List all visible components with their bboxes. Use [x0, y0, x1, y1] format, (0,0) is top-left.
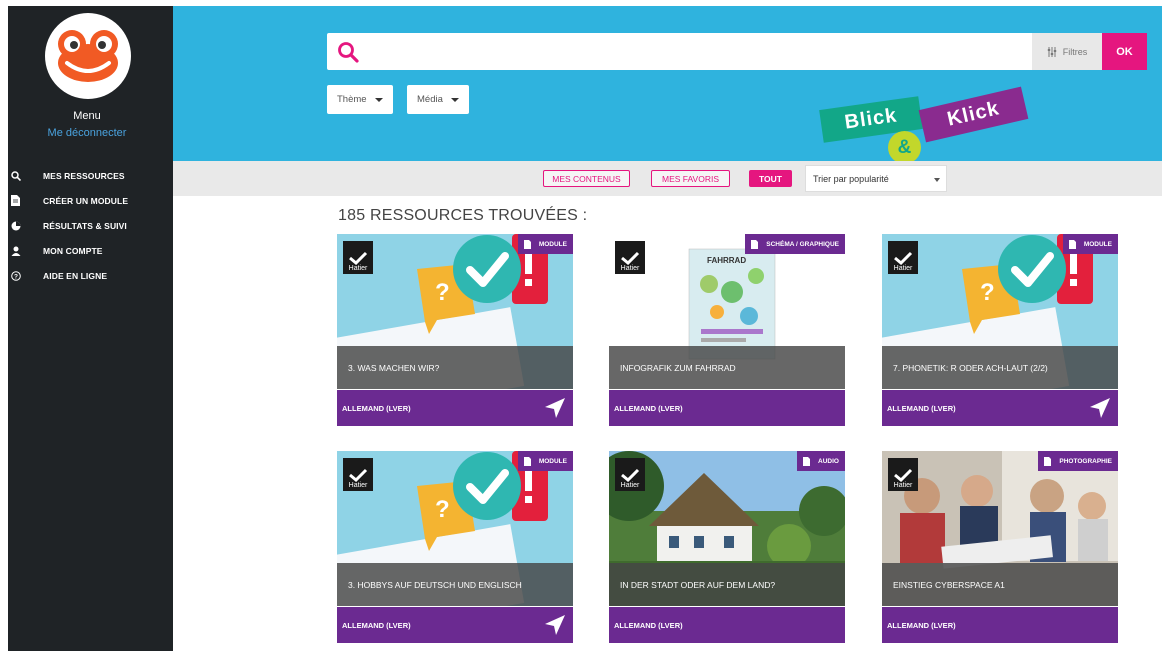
sidebar-item-label: MES RESSOURCES [43, 170, 125, 181]
hatier-logo: Hatier [888, 241, 918, 274]
avatar[interactable] [45, 13, 131, 99]
document-icon [751, 239, 759, 249]
sort-select-value: Trier par popularité [813, 173, 889, 184]
sidebar: Menu Me déconnecter MES RESSOURCES CRÉER… [8, 6, 173, 651]
resource-card[interactable]: Hatier AUDIO IN DER STADT ODER AUF DEM L… [609, 451, 845, 643]
card-subject: ALLEMAND (LVER) [337, 607, 573, 643]
document-icon [1044, 456, 1052, 466]
sidebar-nav: MES RESSOURCES CRÉER UN MODULE RÉSULTATS… [8, 163, 173, 288]
resource-type-badge: AUDIO [797, 451, 845, 471]
infographic-title: FAHRRAD [707, 256, 747, 265]
filters-button[interactable]: Filtres [1032, 33, 1102, 70]
resource-card[interactable]: ? Hatier MODULE 7. PHONETIK: R ODER ACH-… [882, 234, 1118, 426]
filters-label: Filtres [1062, 46, 1088, 57]
pie-chart-icon [8, 221, 43, 231]
results-count-title: 185 RESSOURCES TROUVÉES : [338, 207, 588, 224]
resource-card[interactable]: Hatier PHOTOGRAPHIE EINSTIEG CYBERSPACE … [882, 451, 1118, 643]
frog-mascot-icon [58, 30, 118, 82]
hatier-logo: Hatier [343, 458, 373, 491]
card-title: EINSTIEG CYBERSPACE A1 [882, 563, 1118, 606]
resource-card[interactable]: ? Hatier MODULE 3. HOBBYS AUF DEUTSCH UN… [337, 451, 573, 643]
media-dropdown-label: Média [417, 94, 443, 105]
help-icon: ? [8, 270, 43, 281]
logo-klick: Klick [918, 86, 1029, 143]
theme-dropdown[interactable]: Thème [327, 85, 393, 114]
card-subject: ALLEMAND (LVER) [609, 390, 845, 426]
logo-ampersand: & [888, 131, 921, 164]
sliders-icon [1047, 46, 1056, 57]
card-title: IN DER STADT ODER AUF DEM LAND? [609, 563, 845, 606]
card-subject: ALLEMAND (LVER) [882, 390, 1118, 426]
logout-link[interactable]: Me déconnecter [8, 127, 166, 139]
search-icon [8, 170, 43, 181]
resource-card[interactable]: FAHRRAD Hatier SCHÉMA / GRAPHIQUE INFOGR… [609, 234, 845, 426]
ok-button[interactable]: OK [1102, 33, 1147, 70]
send-icon[interactable] [544, 614, 566, 636]
hatier-logo: Hatier [615, 458, 645, 491]
send-icon[interactable] [1089, 397, 1111, 419]
svg-text:?: ? [980, 279, 995, 306]
send-icon[interactable] [544, 397, 566, 419]
app-frame: Menu Me déconnecter MES RESSOURCES CRÉER… [8, 6, 1162, 651]
caret-down-icon [934, 178, 940, 182]
card-title: 7. PHONETIK: R ODER ACH-LAUT (2/2) [882, 346, 1118, 389]
svg-text:?: ? [435, 496, 450, 523]
user-icon [8, 246, 43, 256]
resource-type-badge: PHOTOGRAPHIE [1038, 451, 1118, 471]
sidebar-item-label: AIDE EN LIGNE [43, 270, 108, 281]
card-subject: ALLEMAND (LVER) [337, 390, 573, 426]
media-dropdown[interactable]: Média [407, 85, 469, 114]
sidebar-item-label: RÉSULTATS & SUIVI [43, 220, 127, 231]
card-title: 3. HOBBYS AUF DEUTSCH UND ENGLISCH [337, 563, 573, 606]
sidebar-item-resultats-suivi[interactable]: RÉSULTATS & SUIVI [8, 213, 173, 238]
theme-dropdown-label: Thème [337, 94, 367, 105]
hatier-logo: Hatier [343, 241, 373, 274]
document-icon [8, 195, 43, 206]
card-subject: ALLEMAND (LVER) [609, 607, 845, 643]
resource-type-badge: SCHÉMA / GRAPHIQUE [745, 234, 845, 254]
document-icon [523, 239, 531, 249]
mes-contenus-button[interactable]: MES CONTENUS [543, 170, 630, 187]
sidebar-item-mon-compte[interactable]: MON COMPTE [8, 238, 173, 263]
sidebar-item-label: CRÉER UN MODULE [43, 195, 129, 206]
sidebar-item-label: MON COMPTE [43, 245, 103, 256]
hatier-logo: Hatier [888, 458, 918, 491]
sort-select[interactable]: Trier par popularité [805, 165, 947, 192]
search-icon [337, 41, 359, 68]
sidebar-item-mes-ressources[interactable]: MES RESSOURCES [8, 163, 173, 188]
card-title: 3. WAS MACHEN WIR? [337, 346, 573, 389]
search-input[interactable] [367, 39, 1017, 64]
card-title: INFOGRAFIK ZUM FAHRRAD [609, 346, 845, 389]
hatier-logo: Hatier [615, 241, 645, 274]
header: Filtres OK Thème Média Blick Klick & [173, 6, 1162, 164]
caret-down-icon [374, 97, 383, 102]
resource-type-badge: MODULE [1062, 234, 1118, 254]
menu-label: Menu [73, 110, 101, 122]
tout-button[interactable]: TOUT [749, 170, 792, 187]
document-icon [803, 456, 811, 466]
card-subject: ALLEMAND (LVER) [882, 607, 1118, 643]
filter-toolbar: MES CONTENUS MES FAVORIS TOUT Trier par … [173, 161, 1162, 196]
document-icon [523, 456, 531, 466]
sidebar-item-aide-en-ligne[interactable]: ? AIDE EN LIGNE [8, 263, 173, 288]
resource-type-badge: MODULE [517, 234, 573, 254]
svg-text:?: ? [435, 279, 450, 306]
svg-text:?: ? [14, 273, 18, 280]
search-bar: Filtres OK [327, 33, 1147, 70]
sidebar-item-creer-module[interactable]: CRÉER UN MODULE [8, 188, 173, 213]
document-icon [1068, 239, 1076, 249]
mes-favoris-button[interactable]: MES FAVORIS [651, 170, 730, 187]
resource-type-badge: MODULE [517, 451, 573, 471]
caret-down-icon [450, 97, 459, 102]
resource-card[interactable]: ? Hatier MODULE 3. WAS MACHEN WIR? ALLEM… [337, 234, 573, 426]
